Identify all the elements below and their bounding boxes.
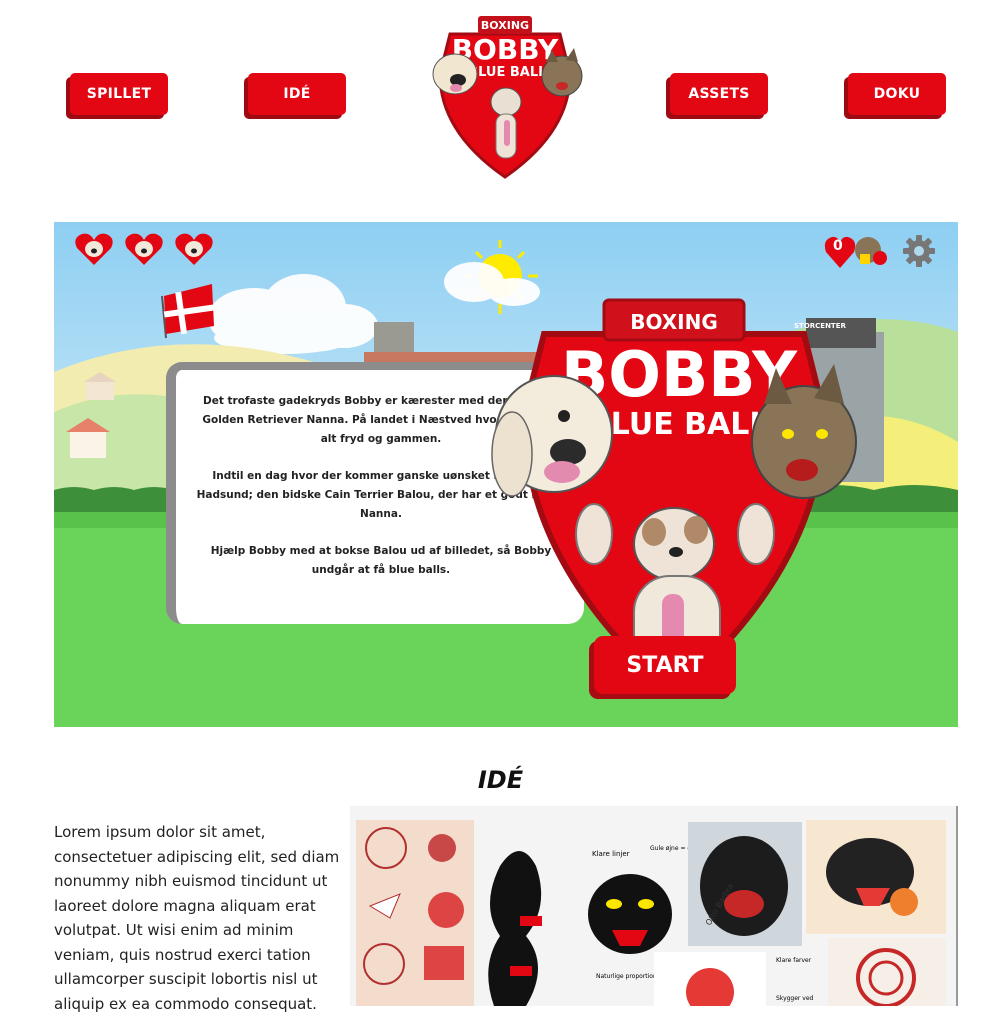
game-screen[interactable]: STORCENTER 0 Det trofaste gadekryds Bobb… <box>54 222 958 727</box>
settings-gear-icon[interactable] <box>902 234 936 268</box>
start-button[interactable]: START <box>594 636 736 694</box>
label-klare-linjer: Klare linjer <box>592 850 630 858</box>
ide-section-title: IDÉ <box>477 766 524 794</box>
moodboard-image: Klare linjer Gule øjne = ond Naturlige p… <box>350 806 958 1006</box>
nav-spillet-button[interactable]: SPILLET <box>70 73 168 115</box>
nav-doku-button[interactable]: DOKU <box>848 73 946 115</box>
life-heart-icon <box>75 233 113 265</box>
life-heart-icon <box>125 233 163 265</box>
game-logo-line1: BOXING <box>630 310 718 334</box>
danish-flag-icon <box>161 284 215 339</box>
lives-indicator <box>74 232 214 266</box>
logo-line1: BOXING <box>481 19 529 32</box>
nav-ide-button[interactable]: IDÉ <box>248 73 346 115</box>
label-klare-farver: Klare farver <box>776 957 812 964</box>
ide-body-text: Lorem ipsum dolor sit amet, consectetuer… <box>54 823 340 1013</box>
nav-assets-button[interactable]: ASSETS <box>670 73 768 115</box>
site-logo[interactable]: BOXING BOBBY BLUE BALLS <box>420 12 590 182</box>
score-value: 0 <box>833 238 843 254</box>
life-heart-icon <box>175 233 213 265</box>
